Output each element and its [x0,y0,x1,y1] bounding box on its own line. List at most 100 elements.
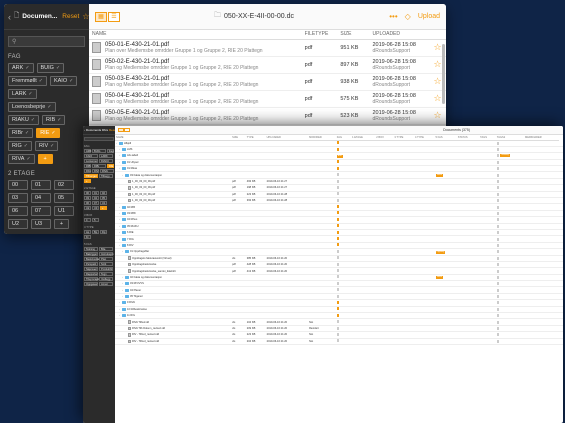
header-uploaded[interactable]: UPLOADED [369,30,430,40]
etage-chip[interactable]: 06 [8,206,28,216]
tag-badge[interactable] [496,275,499,279]
filter-chip[interactable]: 01 [92,191,99,195]
tag-badge[interactable] [496,154,499,158]
filter-chip[interactable]: 06 [84,201,91,205]
header-size[interactable]: SIZE [337,30,370,40]
fas-badge[interactable]: Tilbud [435,276,443,280]
tag-badge[interactable]: Tilsetting [499,154,510,158]
filter-chip[interactable]: KAIO [84,154,98,158]
tag-badge[interactable] [496,243,499,247]
tag-badge[interactable] [496,333,499,337]
expand-chevron-icon[interactable]: › [119,231,121,234]
fag-badge[interactable] [336,281,339,285]
expand-chevron-icon[interactable]: › [119,212,121,215]
filter-chip[interactable]: Fag [107,149,114,153]
table-row[interactable]: 050-04-E-430-21-01.pdf Plan og Medlemsbe … [89,90,446,108]
tag-badge[interactable] [496,173,499,177]
fag-badge[interactable] [336,339,339,343]
tag-icon[interactable]: ◇ [405,12,411,21]
header-name[interactable]: NAME [89,30,302,40]
tag-badge[interactable] [496,282,499,286]
fag-badge[interactable] [336,141,339,145]
file-row[interactable]: RIV - Tilbud_revisert.dd xls 204 KB 2019-06… [115,338,563,346]
tag-badge[interactable] [496,237,499,241]
filter-chip[interactable]: Tilbegg [99,174,113,178]
expand-chevron-icon[interactable]: › [119,161,121,164]
tag-badge[interactable] [496,205,499,209]
filter-chip[interactable]: + [84,179,91,183]
tag-badge[interactable] [496,167,499,171]
item-name[interactable]: 1_00_03_00_09.pdf [132,199,155,202]
fag-badge[interactable] [336,249,339,253]
item-name[interactable]: 02 Fakta og dokumentasjon [130,276,162,279]
fag-badge[interactable] [336,275,339,279]
search-input[interactable]: ⚲ [8,36,85,47]
etage-chip[interactable]: 03 [8,193,28,203]
etage-chip[interactable]: U2 [8,219,28,229]
filter-chip[interactable]: 4 [84,218,91,222]
expand-chevron-icon[interactable]: › [122,282,124,285]
item-name[interactable]: Oppdragsbeskrivelse [132,263,156,266]
item-name[interactable]: 05 Tilganer [130,295,143,298]
item-name[interactable]: 6 RIE [127,231,134,234]
tag-badge[interactable] [496,192,499,196]
fag-chip[interactable]: LARK ✓ [8,89,37,99]
fag-badge[interactable] [336,198,339,202]
back-chevron-icon[interactable]: ‹ [8,12,11,22]
more-icon[interactable]: ••• [389,12,397,21]
item-name[interactable]: 01 Oppdragsfiler [130,250,149,253]
filter-chip[interactable]: Perspekt [84,262,98,266]
fag-badge[interactable] [336,288,339,292]
filter-chip[interactable]: 07 [92,201,99,205]
upload-button[interactable]: Upload [418,13,440,20]
filter-chip[interactable]: RIBr [92,164,106,168]
filter-chip[interactable]: RIV [92,169,99,173]
filter-chip[interactable]: Dp [100,230,107,234]
filter-chip[interactable]: Vedlegg [99,277,113,281]
etage-chip[interactable]: 04 [31,193,51,203]
reset-button[interactable]: Reset [62,13,79,20]
table-row[interactable]: 050-05-E-430-21-01.pdf Plan og Medlemsbe … [89,107,446,125]
filter-chip[interactable]: BUIG [92,149,106,153]
etage-chip[interactable]: U3 [31,219,51,229]
tag-badge[interactable] [496,224,499,228]
tag-badge[interactable] [496,160,499,164]
item-name[interactable]: RIV - Tilbud_revisert.dd [132,333,159,336]
item-name[interactable]: 01 Rikas [127,167,137,170]
tag-badge[interactable] [496,269,499,273]
expand-chevron-icon[interactable]: › [119,308,121,311]
fas-badge[interactable]: Oppdrag [435,250,446,254]
etage-chip[interactable]: 05 [54,193,74,203]
tag-badge[interactable] [496,180,499,184]
tag-badge[interactable] [496,211,499,215]
etage-chip[interactable]: 02 [54,180,74,190]
fag-chip[interactable]: KAIO ✓ [49,76,78,86]
filter-chip[interactable]: 05 [100,196,107,200]
filter-chip[interactable]: 04 [92,196,99,200]
filter-chip[interactable]: U3 [92,206,99,210]
fag-badge[interactable] [336,313,339,317]
filter-chip[interactable]: Skjemaer [84,267,98,271]
item-name[interactable]: 7 RIG [127,238,134,241]
tag-badge[interactable] [496,307,499,311]
tag-badge[interactable] [496,148,499,152]
tag-badge[interactable] [496,288,499,292]
filter-chip[interactable]: + [100,206,107,210]
favorite-star-icon[interactable]: ☆ [429,107,446,125]
filter-chip[interactable]: Bila [99,247,113,251]
fag-badge[interactable] [336,185,339,189]
expand-chevron-icon[interactable]: › [119,167,121,170]
item-name[interactable]: 03 RIBr [127,212,136,215]
filter-chip[interactable]: 03 [84,196,91,200]
item-name[interactable]: Hfkjoll [124,142,131,145]
filter-chip[interactable]: LARK [99,154,113,158]
filter-chip[interactable]: Kl [84,235,91,239]
item-name[interactable]: 03 RIV/VVS [130,282,144,285]
tag-badge[interactable] [496,327,499,331]
filter-chip[interactable]: RIB [84,164,91,168]
filter-chip[interactable]: Produktbl [99,267,113,271]
fag-badge[interactable] [336,160,339,164]
list-view-button[interactable] [124,128,130,132]
filter-chip[interactable]: 5 [92,218,99,222]
filter-chip[interactable]: RIE [107,164,114,168]
